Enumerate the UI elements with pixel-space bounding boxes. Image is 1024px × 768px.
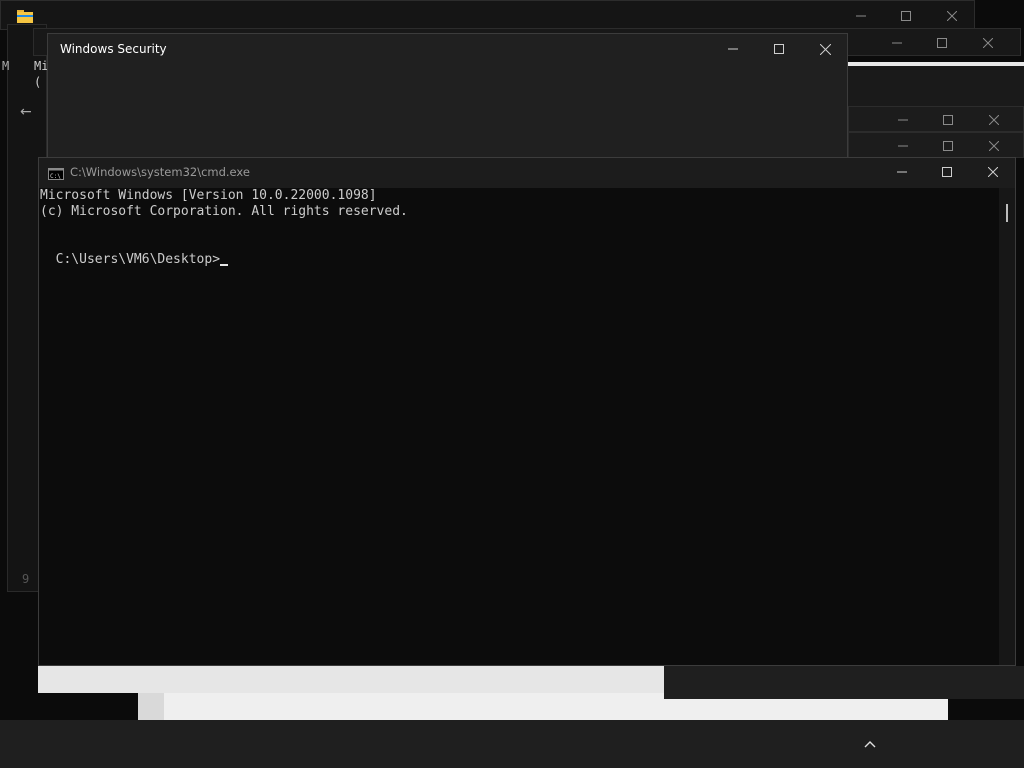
chevron-up-icon[interactable] — [858, 734, 882, 754]
maximize-icon — [942, 167, 952, 177]
minimize-icon — [892, 42, 902, 44]
svg-text:C:\: C:\ — [50, 173, 61, 180]
background-text-paren: ( — [34, 75, 42, 89]
terminal-prompt[interactable]: C:\Users\VM6\Desktop> — [40, 236, 229, 268]
minimize-button[interactable] — [710, 35, 756, 63]
close-icon — [989, 115, 999, 125]
background-window-explorer — [0, 0, 975, 30]
close-button[interactable] — [965, 29, 1011, 57]
background-window-bottom-shadow — [138, 693, 164, 720]
maximize-icon — [774, 44, 784, 54]
close-button[interactable] — [971, 106, 1017, 134]
minimize-button[interactable] — [879, 158, 925, 186]
close-button[interactable] — [929, 2, 975, 30]
text-cursor — [220, 264, 229, 266]
cmd-window-title: C:\Windows\system32\cmd.exe — [70, 165, 250, 179]
minimize-button[interactable] — [880, 132, 926, 160]
maximize-button[interactable] — [756, 35, 802, 63]
maximize-icon — [943, 115, 953, 125]
close-icon — [983, 38, 993, 48]
folder-icon[interactable] — [17, 8, 33, 23]
background-window-third — [848, 106, 1024, 132]
maximize-icon — [937, 38, 947, 48]
prompt-text: C:\Users\VM6\Desktop> — [55, 252, 221, 267]
cmd-icon: C:\ — [48, 165, 64, 180]
windows-security-window: Windows Security — [47, 33, 848, 158]
taskbar — [0, 720, 1024, 768]
background-window-right — [848, 66, 1024, 106]
background-window-fourth — [848, 132, 1024, 158]
maximize-button[interactable] — [883, 2, 929, 30]
close-icon — [988, 167, 998, 177]
minimize-icon — [898, 145, 908, 147]
minimize-button[interactable] — [874, 29, 920, 57]
maximize-icon — [901, 11, 911, 21]
terminal-line-2: (c) Microsoft Corporation. All rights re… — [40, 204, 408, 219]
minimize-button[interactable] — [880, 106, 926, 134]
close-icon — [947, 11, 957, 21]
close-button[interactable] — [970, 158, 1016, 186]
background-window-bottom-left — [38, 666, 664, 693]
scrollbar-track[interactable] — [999, 188, 1015, 665]
close-button[interactable] — [802, 35, 848, 63]
background-window-bottom-right — [664, 666, 1024, 699]
window-title: Windows Security — [60, 42, 167, 56]
maximize-button[interactable] — [925, 132, 971, 160]
minimize-icon — [856, 15, 866, 17]
maximize-icon — [943, 141, 953, 151]
minimize-icon — [898, 119, 908, 121]
maximize-button[interactable] — [924, 158, 970, 186]
minimize-icon — [728, 48, 738, 50]
minimize-icon — [897, 171, 907, 173]
minimize-button[interactable] — [838, 2, 884, 30]
close-icon — [819, 43, 831, 55]
background-text-n: M — [2, 59, 10, 73]
maximize-button[interactable] — [919, 29, 965, 57]
close-button[interactable] — [971, 132, 1017, 160]
background-text-9: 9 — [22, 572, 30, 586]
maximize-button[interactable] — [925, 106, 971, 134]
scrollbar-thumb[interactable] — [1006, 204, 1008, 222]
cmd-window — [38, 157, 1016, 666]
back-arrow-icon[interactable]: ← — [20, 104, 32, 120]
close-icon — [989, 141, 999, 151]
terminal-line-1: Microsoft Windows [Version 10.0.22000.10… — [40, 188, 377, 203]
